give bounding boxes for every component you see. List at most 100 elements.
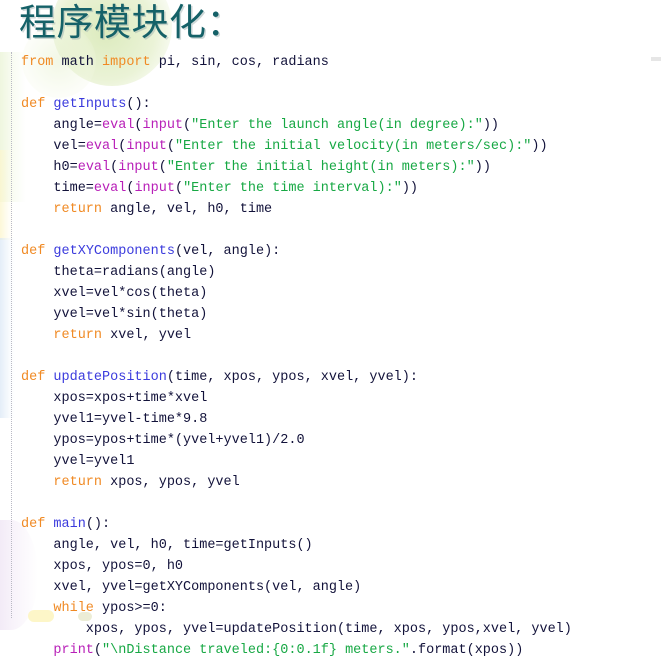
code-token-pl: xpos=xpos+time*xvel xyxy=(21,391,208,406)
code-line: xvel=vel*cos(theta) xyxy=(21,283,667,304)
code-line: time=eval(input("Enter the time interval… xyxy=(21,178,667,199)
code-token-pl: )) xyxy=(401,181,419,196)
code-token-fn: eval xyxy=(85,139,119,154)
code-line: xpos, ypos=0, h0 xyxy=(21,556,667,577)
code-token-pl: ypos=ypos+time*(yvel+yvel1)/2.0 xyxy=(21,433,305,448)
code-token-str: "Enter the time interval):" xyxy=(183,181,402,196)
code-token-pl: )) xyxy=(531,139,548,154)
code-token-fn: eval xyxy=(93,181,127,196)
page-title: 程序模块化： xyxy=(19,3,244,44)
code-line: yvel1=yvel-time*9.8 xyxy=(21,409,667,430)
code-token-pl: xpos, ypos, yvel=updatePosition(time, xp… xyxy=(21,622,572,637)
code-token-pl: math xyxy=(53,55,103,70)
code-token-kw: return xyxy=(53,475,103,490)
code-token-pl: angle= xyxy=(21,118,103,133)
code-line: def getInputs(): xyxy=(21,94,667,115)
code-token-pl: yvel=yvel1 xyxy=(21,454,135,469)
code-token-pl: ( xyxy=(183,118,192,133)
code-line: yvel=vel*sin(theta) xyxy=(21,304,667,325)
code-token-pl: )) xyxy=(474,160,491,175)
code-token-pl: xpos, ypos, yvel xyxy=(102,475,240,490)
code-token-pl: ( xyxy=(174,181,184,196)
code-line: angle=eval(input("Enter the launch angle… xyxy=(21,115,667,136)
code-token-pl: angle, vel, h0, time xyxy=(102,202,273,217)
code-token-pl: ( xyxy=(158,160,167,175)
code-line: theta=radians(angle) xyxy=(21,262,667,283)
code-line: return angle, vel, h0, time xyxy=(21,199,667,220)
code-token-pl: time= xyxy=(21,181,94,196)
code-token-pl: )) xyxy=(482,118,500,133)
code-token-str: "\nDistance traveled:{0:0.1f} meters." xyxy=(102,643,410,658)
code-token-str: "Enter the initial height(in meters):" xyxy=(166,160,475,175)
code-token-kw: def xyxy=(21,370,46,385)
code-token-str: "Enter the launch angle(in degree):" xyxy=(191,118,483,133)
code-line: vel=eval(input("Enter the initial veloci… xyxy=(21,136,667,157)
code-token-pl: xpos, ypos=0, h0 xyxy=(21,559,184,574)
code-line: print("\nDistance traveled:{0:0.1f} mete… xyxy=(21,640,667,661)
code-token-pl: ( xyxy=(134,118,143,133)
code-token-pl: ( xyxy=(166,139,175,154)
code-token-pl: (time, xpos, ypos, xvel, yvel): xyxy=(166,370,418,385)
code-line: def main(): xyxy=(21,514,667,535)
code-token-pl: (vel, angle): xyxy=(174,244,281,259)
code-token-pl: ( xyxy=(93,643,103,658)
code-token-kw: def xyxy=(21,97,46,112)
code-token-kw: def xyxy=(21,517,46,532)
code-token-str: "Enter the initial velocity(in meters/se… xyxy=(174,139,532,154)
code-token-kw: def xyxy=(21,244,46,259)
code-line: xpos=xpos+time*xvel xyxy=(21,388,667,409)
code-line: xvel, yvel=getXYComponents(vel, angle) xyxy=(21,577,667,598)
code-line: def getXYComponents(vel, angle): xyxy=(21,241,667,262)
code-token-pl: pi, sin, cos, radians xyxy=(150,55,329,70)
code-token-pl: xvel=vel*cos(theta) xyxy=(21,286,208,301)
code-token-pl: (): xyxy=(126,97,151,112)
code-line: def updatePosition(time, xpos, ypos, xve… xyxy=(21,367,667,388)
code-line: from math import pi, sin, cos, radians xyxy=(21,52,667,73)
code-line: xpos, ypos, yvel=updatePosition(time, xp… xyxy=(21,619,667,640)
code-token-kw: return xyxy=(53,328,103,343)
code-token-pl: .format(xpos)) xyxy=(409,643,524,658)
code-token-def: getXYComponents xyxy=(53,244,175,259)
code-token-pl: xvel, yvel xyxy=(102,328,192,343)
code-line: return xpos, ypos, yvel xyxy=(21,472,667,493)
code-listing: from math import pi, sin, cos, radians d… xyxy=(11,52,667,658)
code-token-kw: while xyxy=(53,601,94,616)
code-line: ypos=ypos+time*(yvel+yvel1)/2.0 xyxy=(21,430,667,451)
code-token-fn: print xyxy=(53,643,94,658)
code-token-fn: input xyxy=(126,139,167,154)
code-token-def: main xyxy=(53,517,86,532)
code-line: yvel=yvel1 xyxy=(21,451,667,472)
code-token-pl: yvel1=yvel-time*9.8 xyxy=(21,412,208,427)
code-line: return xvel, yvel xyxy=(21,325,667,346)
code-token-def: getInputs xyxy=(53,97,127,112)
code-token-pl: xvel, yvel=getXYComponents(vel, angle) xyxy=(21,580,362,595)
code-line: while ypos>=0: xyxy=(21,598,667,619)
code-token-fn: eval xyxy=(77,160,111,175)
code-token-pl: vel= xyxy=(21,139,86,154)
code-token-fn: eval xyxy=(102,118,135,133)
code-token-kw: from xyxy=(21,55,54,70)
code-token-pl: yvel=vel*sin(theta) xyxy=(21,307,208,322)
code-token-fn: input xyxy=(118,160,159,175)
code-token-pl: theta=radians(angle) xyxy=(21,265,216,280)
code-line: h0=eval(input("Enter the initial height(… xyxy=(21,157,667,178)
code-token-pl: ypos>=0: xyxy=(93,601,167,616)
code-token-pl: h0= xyxy=(21,160,78,175)
code-token-def: updatePosition xyxy=(53,370,167,385)
code-token-kw: return xyxy=(53,202,103,217)
code-token-fn: input xyxy=(134,181,175,196)
code-token-fn: input xyxy=(142,118,184,133)
code-token-kw: import xyxy=(102,55,151,70)
code-token-pl: (): xyxy=(85,517,111,532)
code-line: angle, vel, h0, time=getInputs() xyxy=(21,535,667,556)
code-token-pl: angle, vel, h0, time=getInputs() xyxy=(21,538,313,553)
